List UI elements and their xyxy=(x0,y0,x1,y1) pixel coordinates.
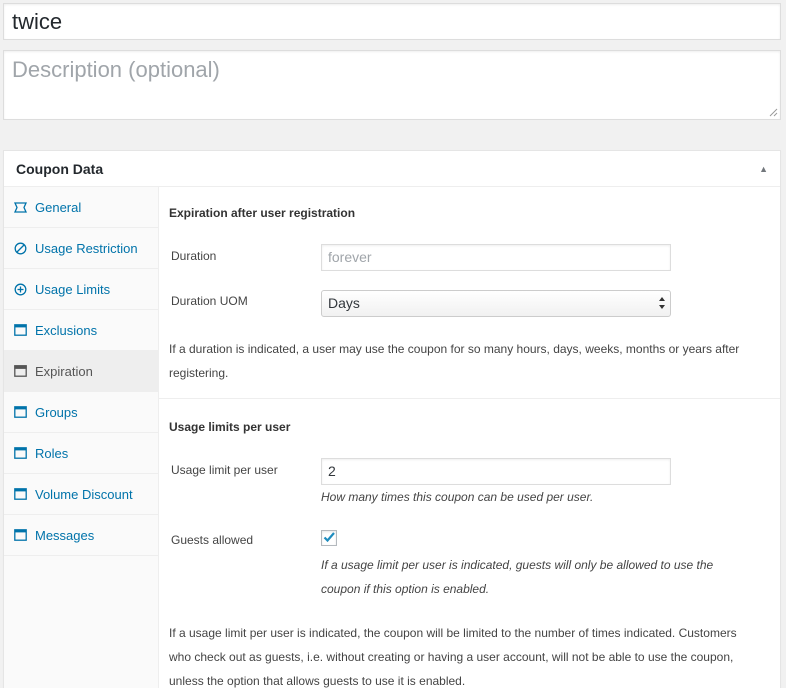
tab-label: Roles xyxy=(35,445,69,461)
tab-label: Messages xyxy=(35,527,95,543)
help-line: If a duration is indicated, a user may u… xyxy=(169,342,740,356)
guests-allowed-description: If a usage limit per user is indicated, … xyxy=(321,553,713,601)
expiration-heading: Expiration after user registration xyxy=(169,206,356,220)
postbox-title: Coupon Data xyxy=(16,160,104,177)
tab-general[interactable]: General xyxy=(4,187,158,228)
tab-exclusions[interactable]: Exclusions xyxy=(4,310,158,351)
tab-groups[interactable]: Groups xyxy=(4,392,158,433)
duration-label: Duration xyxy=(171,249,217,263)
window-icon xyxy=(13,364,27,378)
tab-label: Usage Limits xyxy=(35,281,111,297)
description-placeholder: Description (optional) xyxy=(12,57,220,82)
triangle-up-icon[interactable]: ▲ xyxy=(759,164,768,174)
window-icon xyxy=(13,446,27,460)
section-divider xyxy=(159,398,780,399)
expiration-help-text: If a duration is indicated, a user may u… xyxy=(169,337,739,385)
window-icon xyxy=(13,405,27,419)
window-icon xyxy=(13,487,27,501)
help-line: unless the option that allows guests to … xyxy=(169,674,466,688)
tab-label: Exclusions xyxy=(35,322,98,338)
coupon-data-postbox: Coupon Data ▲ General Usage Restriction … xyxy=(3,150,781,688)
window-icon xyxy=(13,528,27,542)
checkmark-icon xyxy=(323,532,335,543)
help-line: registering. xyxy=(169,366,229,380)
tab-usage-limits[interactable]: Usage Limits xyxy=(4,269,158,310)
usage-limit-description: How many times this coupon can be used p… xyxy=(321,490,594,504)
coupon-title-input[interactable]: twice xyxy=(3,3,781,40)
duration-uom-value: Days xyxy=(328,295,360,311)
usage-limit-value: 2 xyxy=(328,463,336,479)
tab-label: Usage Restriction xyxy=(35,240,138,256)
duration-uom-select[interactable]: Days xyxy=(321,290,671,317)
tab-volume-discount[interactable]: Volume Discount xyxy=(4,474,158,515)
help-line: If a usage limit per user is indicated, … xyxy=(169,626,737,640)
tab-roles[interactable]: Roles xyxy=(4,433,158,474)
guests-allowed-label: Guests allowed xyxy=(171,533,254,547)
tab-messages[interactable]: Messages xyxy=(4,515,158,556)
desc-line: If a usage limit per user is indicated, … xyxy=(321,558,714,572)
duration-placeholder: forever xyxy=(328,249,372,265)
coupon-description-textarea[interactable]: Description (optional) xyxy=(3,50,781,120)
duration-input[interactable]: forever xyxy=(321,244,671,271)
resize-grip-icon[interactable] xyxy=(769,108,778,117)
coupon-title-value: twice xyxy=(12,9,63,34)
desc-line: coupon if this option is enabled. xyxy=(321,582,490,596)
usage-limits-help-text: If a usage limit per user is indicated, … xyxy=(169,621,737,688)
no-entry-icon xyxy=(13,241,27,255)
usage-limit-label: Usage limit per user xyxy=(171,463,278,477)
tab-usage-restriction[interactable]: Usage Restriction xyxy=(4,228,158,269)
usage-limit-input[interactable]: 2 xyxy=(321,458,671,485)
expiration-panel: Expiration after user registration Durat… xyxy=(159,187,780,688)
coupon-tabs: General Usage Restriction Usage Limits E… xyxy=(4,187,159,688)
postbox-header[interactable]: Coupon Data ▲ xyxy=(4,151,780,187)
tab-expiration[interactable]: Expiration xyxy=(4,351,158,392)
plus-circle-icon xyxy=(13,282,27,296)
help-line: who check out as guests, i.e. without cr… xyxy=(169,650,734,664)
tab-label: Expiration xyxy=(35,363,93,379)
guests-allowed-checkbox[interactable] xyxy=(321,530,337,546)
window-icon xyxy=(13,323,27,337)
usage-limits-heading: Usage limits per user xyxy=(169,420,291,434)
tab-label: General xyxy=(35,199,82,215)
duration-uom-label: Duration UOM xyxy=(171,294,248,308)
tab-label: Volume Discount xyxy=(35,486,133,502)
ticket-icon xyxy=(13,200,27,214)
select-arrows-icon xyxy=(659,297,665,309)
tab-label: Groups xyxy=(35,404,78,420)
